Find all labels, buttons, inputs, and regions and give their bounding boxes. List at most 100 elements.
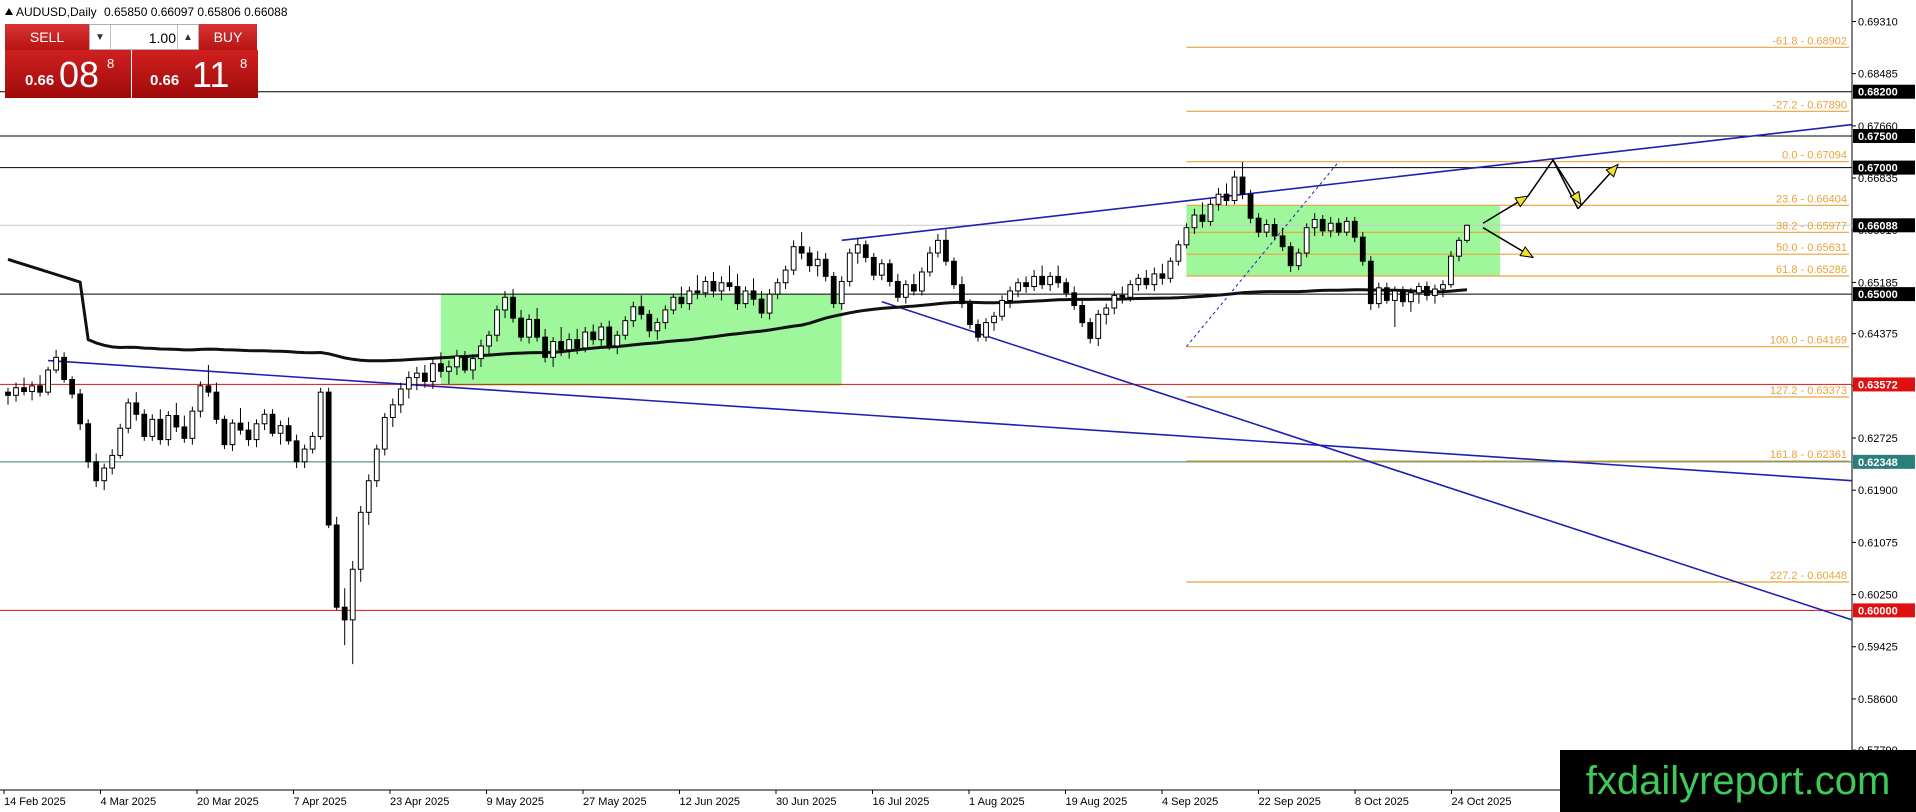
price-label: 0.62348 [1858, 457, 1898, 469]
candle[interactable] [1247, 189, 1254, 224]
candle-body [798, 246, 805, 254]
candle[interactable] [830, 271, 837, 309]
candle-body [1287, 246, 1294, 267]
fib-level-label: 38.2 - 0.65977 [1776, 220, 1847, 232]
candle-body [301, 448, 308, 463]
candle-body [1199, 214, 1206, 222]
x-tick-label: 4 Sep 2025 [1162, 796, 1218, 808]
candle-body [638, 306, 645, 315]
chart-canvas [0, 0, 1916, 812]
candle[interactable] [221, 415, 228, 450]
candle-body [678, 296, 685, 305]
candle-body [1319, 218, 1326, 232]
buy-quote-fraction: 8 [240, 56, 248, 71]
candle-body [293, 440, 300, 463]
candle-body [991, 315, 997, 324]
y-tick-label: 0.64375 [1858, 329, 1898, 341]
candle[interactable] [117, 423, 124, 459]
candle-body [1111, 294, 1118, 309]
candle-body [718, 282, 725, 292]
candle-body [277, 425, 284, 434]
candle-body [1135, 277, 1142, 286]
sell-quote[interactable]: 0.66 08 8 [5, 50, 132, 98]
candle[interactable] [1367, 256, 1374, 310]
candle-body [774, 282, 781, 295]
candle-body [1143, 277, 1150, 286]
candle-body [1183, 227, 1190, 246]
lot-size-input[interactable] [112, 27, 178, 49]
sell-quote-pips: 08 [59, 54, 100, 95]
y-tick-label: 0.60250 [1858, 590, 1898, 602]
candle[interactable] [846, 248, 853, 287]
candle[interactable] [141, 409, 148, 441]
buy-quote[interactable]: 0.66 11 8 [132, 50, 258, 98]
candle[interactable] [317, 387, 324, 440]
candle-body [1223, 193, 1230, 202]
candle-body [478, 345, 484, 360]
price-chart[interactable]: -61.8 - 0.68902 -27.2 - 0.67890 0.0 - 0.67… [0, 0, 1916, 812]
sell-button[interactable]: SELL [5, 24, 89, 50]
candle-body [686, 290, 693, 305]
candle-body [1391, 290, 1398, 301]
candle[interactable] [1448, 251, 1454, 288]
candle-body [237, 422, 244, 431]
candle-body [37, 385, 43, 393]
candle[interactable] [1464, 224, 1470, 243]
candle[interactable] [85, 419, 92, 469]
ohlc-readout: 0.65850 0.66097 0.65806 0.66088 [104, 5, 288, 19]
candle-body [61, 356, 68, 381]
candle[interactable] [918, 267, 925, 296]
candle[interactable] [381, 413, 388, 456]
candle[interactable] [125, 398, 132, 434]
candle[interactable] [45, 366, 51, 396]
candle[interactable] [951, 257, 957, 290]
candle[interactable] [77, 388, 84, 431]
candle-body [999, 299, 1005, 317]
candle-body [614, 334, 621, 347]
candle-body [983, 322, 989, 338]
candle-body [510, 296, 516, 319]
buy-quote-prefix: 0.66 [150, 72, 180, 89]
candle-body [1448, 255, 1454, 286]
candle-body [462, 355, 468, 371]
candle-body [846, 252, 853, 282]
candle-body [902, 284, 909, 298]
x-tick-label: 8 Oct 2025 [1355, 796, 1409, 808]
candle-body [975, 323, 981, 338]
candle[interactable] [325, 387, 332, 529]
candle-body [694, 290, 701, 294]
candle-body [830, 275, 837, 305]
buy-quote-pips: 11 [192, 54, 230, 95]
candle-body [734, 286, 741, 305]
candle-body [526, 318, 532, 338]
candle-body [421, 372, 428, 382]
candle-body [454, 355, 460, 368]
candle-body [766, 293, 773, 314]
candle-body [309, 435, 316, 450]
candle-body [141, 413, 148, 437]
candle-body [854, 244, 861, 254]
candle-body [1055, 275, 1062, 284]
candle[interactable] [1359, 232, 1366, 266]
candle[interactable] [373, 444, 380, 488]
candle-body [205, 385, 212, 393]
candle-body [1191, 214, 1198, 229]
candle[interactable] [333, 516, 340, 611]
candle-body [1432, 288, 1438, 296]
candle-body [670, 296, 677, 311]
candle-body [1343, 220, 1350, 233]
lot-decrease-chevron-down-icon[interactable]: ▼ [90, 25, 111, 49]
candle-body [550, 341, 557, 358]
candle-body [1119, 294, 1126, 298]
watermark-logo: fxdailyreport.com [1560, 750, 1916, 812]
candle[interactable] [1303, 223, 1310, 258]
candle-body [814, 258, 821, 267]
candle-body [1399, 290, 1406, 303]
candle-body [85, 423, 92, 463]
fib-level-label: 100.0 - 0.64169 [1770, 335, 1847, 347]
candle-body [943, 239, 949, 262]
buy-button[interactable]: BUY [199, 24, 257, 50]
lot-increase-chevron-up-icon[interactable]: ▲ [177, 25, 198, 49]
candle[interactable] [967, 299, 973, 329]
fib-level-label: -61.8 - 0.68902 [1772, 35, 1847, 47]
